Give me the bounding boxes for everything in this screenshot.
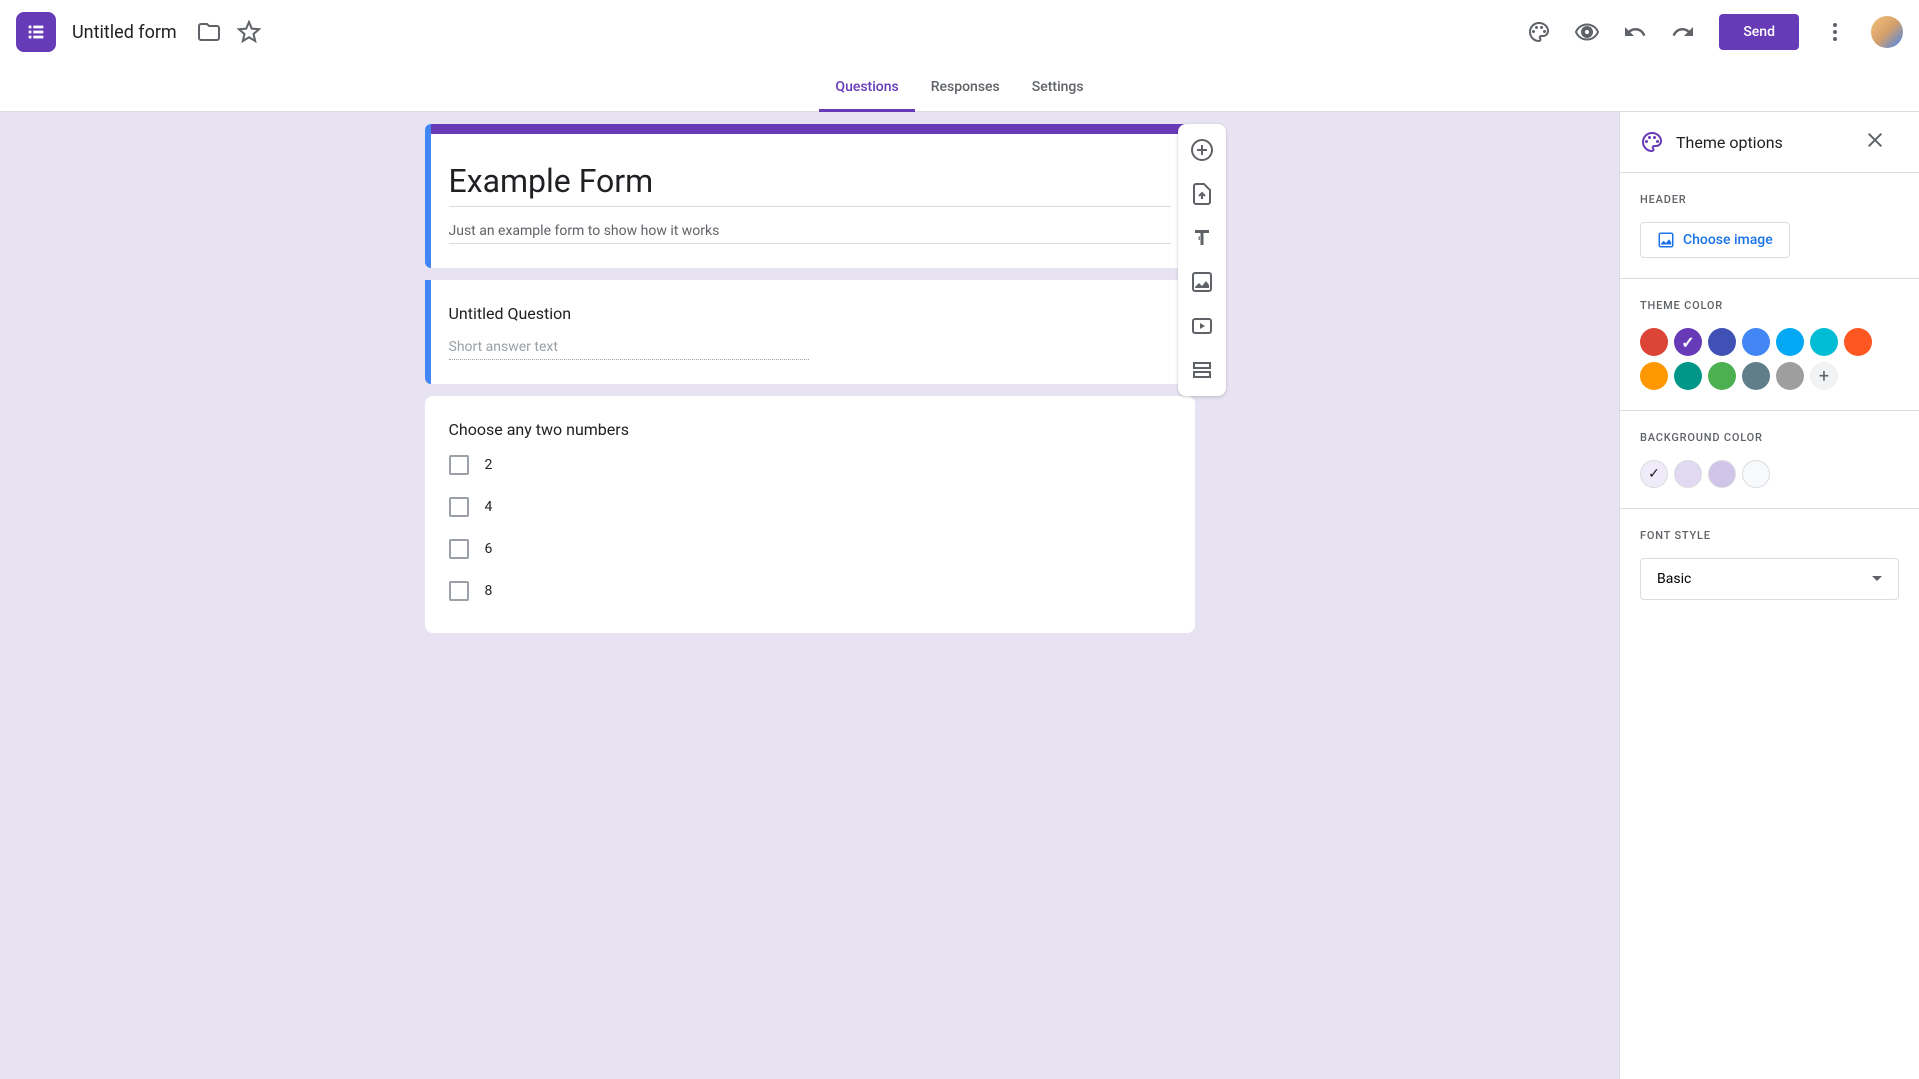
undo-icon[interactable] bbox=[1615, 12, 1655, 52]
theme-color-swatch[interactable] bbox=[1674, 362, 1702, 390]
tab-settings[interactable]: Settings bbox=[1016, 64, 1100, 112]
eye-icon[interactable] bbox=[1567, 12, 1607, 52]
short-answer-placeholder: Short answer text bbox=[449, 339, 809, 360]
checkbox-label: 4 bbox=[485, 499, 493, 515]
checkbox-option[interactable]: 8 bbox=[449, 581, 1171, 601]
theme-color-swatch[interactable] bbox=[1674, 328, 1702, 356]
theme-color-grid: + bbox=[1640, 328, 1899, 390]
theme-color-swatch[interactable] bbox=[1708, 328, 1736, 356]
theme-color-swatch[interactable] bbox=[1742, 362, 1770, 390]
bg-color-swatch[interactable] bbox=[1640, 460, 1668, 488]
add-title-icon[interactable] bbox=[1184, 220, 1220, 256]
palette-icon[interactable] bbox=[1519, 12, 1559, 52]
checkbox-option[interactable]: 2 bbox=[449, 455, 1171, 475]
question-toolbar bbox=[1178, 124, 1226, 396]
theme-color-swatch[interactable] bbox=[1844, 328, 1872, 356]
font-value: Basic bbox=[1657, 571, 1691, 587]
star-icon[interactable] bbox=[229, 12, 269, 52]
section-label-font: FONT STYLE bbox=[1640, 529, 1899, 542]
checkbox-icon bbox=[449, 497, 469, 517]
theme-options-panel: Theme options HEADER Choose image THEME … bbox=[1619, 112, 1919, 1079]
chevron-down-icon bbox=[1872, 574, 1882, 584]
question-card[interactable]: Choose any two numbers 2 4 6 8 bbox=[425, 396, 1195, 633]
bg-color-swatch[interactable] bbox=[1742, 460, 1770, 488]
question-title[interactable]: Choose any two numbers bbox=[449, 420, 1171, 439]
form-description-input[interactable] bbox=[449, 215, 1171, 244]
image-icon bbox=[1657, 231, 1675, 249]
close-icon[interactable] bbox=[1863, 128, 1899, 156]
checkbox-label: 2 bbox=[485, 457, 493, 473]
choose-image-label: Choose image bbox=[1683, 232, 1773, 248]
bg-color-swatch[interactable] bbox=[1674, 460, 1702, 488]
theme-color-swatch[interactable] bbox=[1776, 328, 1804, 356]
form-title-card[interactable] bbox=[425, 124, 1195, 268]
checkbox-label: 6 bbox=[485, 541, 493, 557]
add-section-icon[interactable] bbox=[1184, 352, 1220, 388]
font-style-select[interactable]: Basic bbox=[1640, 558, 1899, 600]
bg-color-grid bbox=[1640, 460, 1899, 488]
add-image-icon[interactable] bbox=[1184, 264, 1220, 300]
more-icon[interactable] bbox=[1815, 12, 1855, 52]
checkbox-icon bbox=[449, 455, 469, 475]
user-avatar[interactable] bbox=[1871, 16, 1903, 48]
add-question-icon[interactable] bbox=[1184, 132, 1220, 168]
question-title[interactable]: Untitled Question bbox=[449, 304, 1171, 323]
section-label-bg-color: BACKGROUND COLOR bbox=[1640, 431, 1899, 444]
form-canvas: Untitled Question Short answer text Choo… bbox=[0, 112, 1619, 1079]
checkbox-label: 8 bbox=[485, 583, 493, 599]
import-questions-icon[interactable] bbox=[1184, 176, 1220, 212]
theme-color-swatch[interactable] bbox=[1810, 328, 1838, 356]
form-title-input[interactable] bbox=[449, 156, 1171, 207]
checkbox-icon bbox=[449, 539, 469, 559]
send-button[interactable]: Send bbox=[1719, 14, 1799, 50]
theme-color-swatch[interactable] bbox=[1742, 328, 1770, 356]
checkbox-option[interactable]: 4 bbox=[449, 497, 1171, 517]
theme-color-swatch[interactable] bbox=[1708, 362, 1736, 390]
tab-responses[interactable]: Responses bbox=[915, 64, 1016, 112]
bg-color-swatch[interactable] bbox=[1708, 460, 1736, 488]
document-title[interactable]: Untitled form bbox=[72, 22, 177, 43]
palette-icon bbox=[1640, 130, 1664, 154]
tab-bar: Questions Responses Settings bbox=[0, 64, 1919, 112]
section-label-header: HEADER bbox=[1640, 193, 1899, 206]
checkbox-icon bbox=[449, 581, 469, 601]
section-label-theme-color: THEME COLOR bbox=[1640, 299, 1899, 312]
panel-title: Theme options bbox=[1676, 133, 1863, 152]
theme-color-swatch[interactable] bbox=[1640, 328, 1668, 356]
folder-icon[interactable] bbox=[189, 12, 229, 52]
theme-color-swatch[interactable] bbox=[1640, 362, 1668, 390]
add-video-icon[interactable] bbox=[1184, 308, 1220, 344]
choose-image-button[interactable]: Choose image bbox=[1640, 222, 1790, 258]
checkbox-option[interactable]: 6 bbox=[449, 539, 1171, 559]
redo-icon[interactable] bbox=[1663, 12, 1703, 52]
theme-color-swatch[interactable] bbox=[1776, 362, 1804, 390]
app-header: Untitled form Send bbox=[0, 0, 1919, 64]
question-card[interactable]: Untitled Question Short answer text bbox=[425, 280, 1195, 384]
tab-questions[interactable]: Questions bbox=[819, 64, 914, 112]
add-color-button[interactable]: + bbox=[1810, 362, 1838, 390]
forms-logo[interactable] bbox=[16, 12, 56, 52]
